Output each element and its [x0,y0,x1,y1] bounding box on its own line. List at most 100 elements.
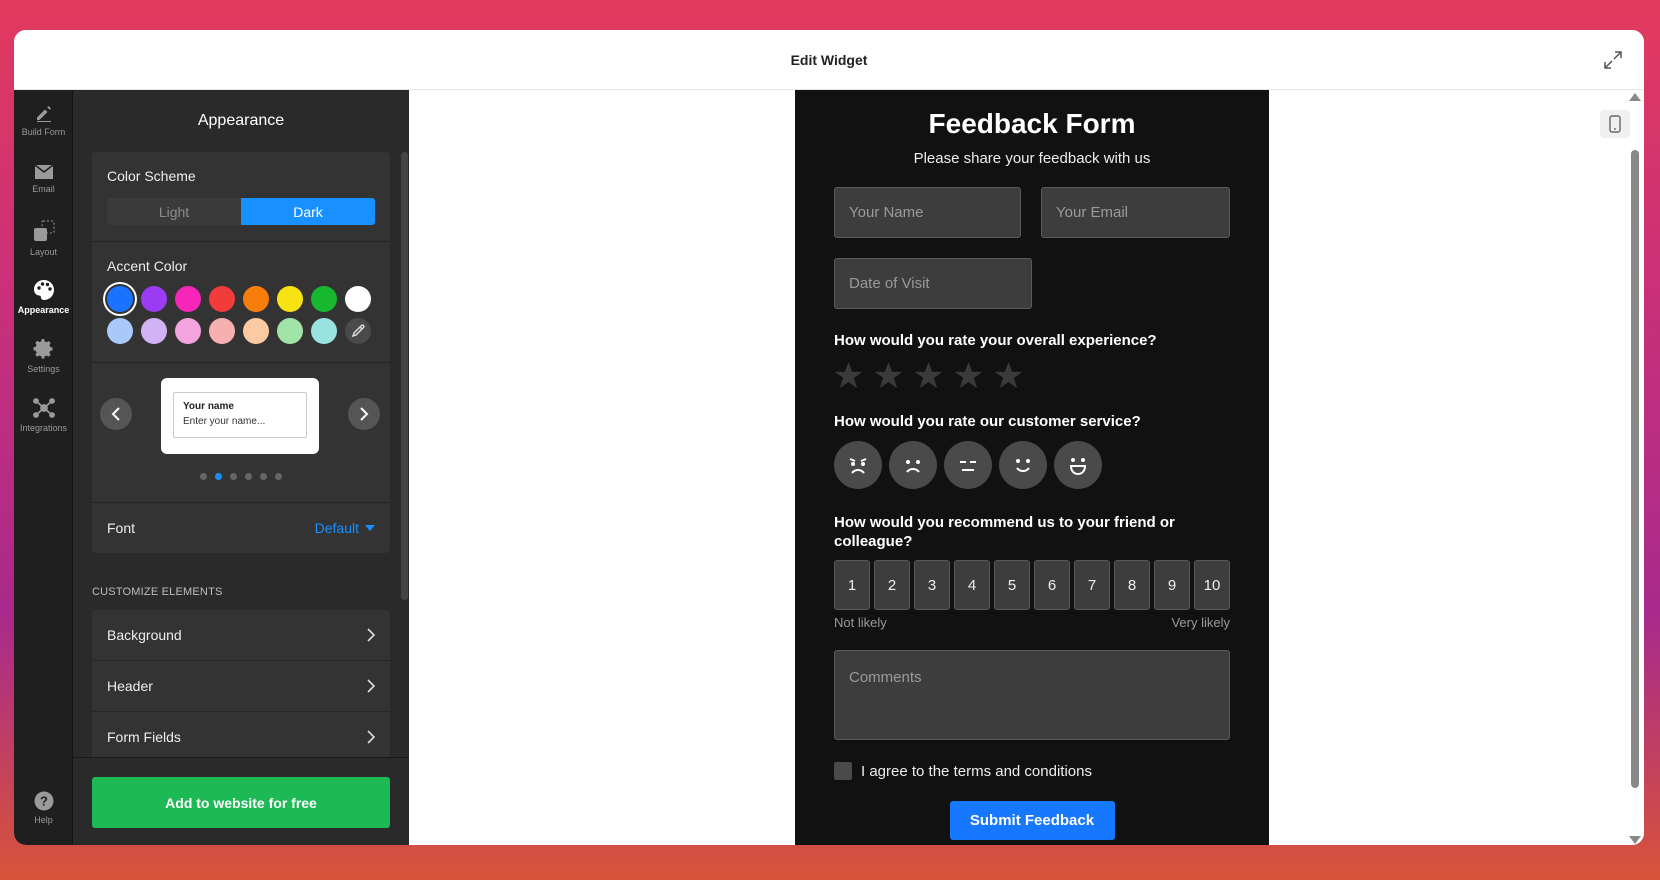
rail-item-settings[interactable]: Settings [14,326,73,385]
name-input[interactable]: Your Name [834,187,1021,238]
scroll-down-icon[interactable] [1629,836,1641,844]
accent-swatch[interactable] [277,286,303,312]
mobile-preview-button[interactable] [1600,110,1630,138]
nps-option-7[interactable]: 7 [1074,560,1110,610]
rail-item-layout[interactable]: Layout [14,208,73,267]
comments-textarea[interactable]: Comments [834,650,1230,740]
pencil-icon [36,105,51,122]
rail-label: Help [34,814,53,825]
terms-label: I agree to the terms and conditions [861,762,1092,780]
very-happy-face-icon[interactable] [1054,441,1102,489]
nps-option-6[interactable]: 6 [1034,560,1070,610]
customize-form-fields[interactable]: Form Fields [92,712,390,757]
accent-swatch[interactable] [175,286,201,312]
carousel-next-button[interactable] [348,398,380,430]
nps-low-label: Not likely [834,615,887,630]
color-scheme-label: Color Scheme [107,168,196,184]
carousel-dot[interactable] [245,473,252,480]
customize-background[interactable]: Background [92,610,390,661]
list-item-label: Form Fields [107,729,181,745]
rail-item-help[interactable]: ? Help [14,778,73,837]
scroll-up-icon[interactable] [1629,93,1641,101]
accent-swatch[interactable] [243,286,269,312]
accent-swatch[interactable] [209,318,235,344]
nps-option-2[interactable]: 2 [874,560,910,610]
list-item-label: Background [107,627,182,643]
integrations-icon [32,397,55,418]
carousel-dot[interactable] [230,473,237,480]
accent-swatches [107,286,375,344]
carousel-dot-active[interactable] [215,473,222,480]
sidebar-rail: Build Form Email Layout Appearance Setti… [14,90,73,845]
star-icon[interactable] [954,362,983,390]
scrollbar-thumb[interactable] [1631,150,1639,788]
rail-label: Appearance [17,304,70,315]
date-of-visit-input[interactable]: Date of Visit [834,258,1032,309]
rail-item-email[interactable]: Email [14,149,73,208]
editor-window: Edit Widget Build Form Email Layout Appe… [14,30,1644,845]
chevron-right-icon [360,407,369,421]
nps-option-8[interactable]: 8 [1114,560,1150,610]
color-scheme-section: Color Scheme Light Dark [92,152,390,242]
panel-scrollbar[interactable] [401,152,408,600]
nps-labels: Not likely Very likely [834,615,1230,630]
gear-icon [33,338,52,359]
rail-label: Integrations [19,422,68,433]
carousel-dots [92,473,390,480]
add-to-website-button[interactable]: Add to website for free [92,777,390,828]
font-select[interactable]: Default [315,520,375,536]
nps-option-3[interactable]: 3 [914,560,950,610]
accent-swatch[interactable] [141,318,167,344]
accent-swatch[interactable] [345,286,371,312]
feedback-form: Feedback Form Please share your feedback… [795,90,1269,845]
star-rating [834,362,1230,390]
accent-swatch[interactable] [209,286,235,312]
nps-option-5[interactable]: 5 [994,560,1030,610]
nps-option-1[interactable]: 1 [834,560,870,610]
happy-face-icon[interactable] [999,441,1047,489]
star-icon[interactable] [994,362,1023,390]
list-item-label: Header [107,678,153,694]
eyedropper-icon[interactable] [345,318,371,344]
star-icon[interactable] [874,362,903,390]
preview-label: Your name [183,401,234,412]
accent-swatch[interactable] [107,318,133,344]
nps-option-4[interactable]: 4 [954,560,990,610]
customize-header[interactable]: Header [92,661,390,712]
form-title: Feedback Form [928,108,1136,139]
sad-face-icon[interactable] [889,441,937,489]
star-icon[interactable] [914,362,943,390]
accent-swatch[interactable] [243,318,269,344]
rail-item-integrations[interactable]: Integrations [14,385,73,444]
nps-option-10[interactable]: 10 [1194,560,1230,610]
accent-swatch[interactable] [141,286,167,312]
neutral-face-icon[interactable] [944,441,992,489]
carousel-prev-button[interactable] [100,398,132,430]
rail-item-build-form[interactable]: Build Form [14,90,73,149]
carousel-dot[interactable] [200,473,207,480]
star-icon[interactable] [834,362,863,390]
angry-face-icon[interactable] [834,441,882,489]
carousel-dot[interactable] [275,473,282,480]
accent-swatch[interactable] [311,286,337,312]
accent-swatch[interactable] [277,318,303,344]
carousel-dot[interactable] [260,473,267,480]
accent-swatch[interactable] [311,318,337,344]
email-input[interactable]: Your Email [1041,187,1230,238]
expand-icon[interactable] [1600,47,1626,73]
terms-row: I agree to the terms and conditions [834,762,1230,780]
accent-swatch-selected[interactable] [107,286,133,312]
scheme-light-option[interactable]: Light [107,198,241,225]
terms-checkbox[interactable] [834,762,852,780]
submit-feedback-button[interactable]: Submit Feedback [949,801,1115,840]
canvas-scrollbar[interactable] [1628,90,1641,845]
customize-elements-label: CUSTOMIZE ELEMENTS [92,586,223,598]
nps-option-9[interactable]: 9 [1154,560,1190,610]
question-customer-service: How would you rate our customer service? [834,413,1141,430]
chevron-right-icon [367,730,375,744]
rail-item-appearance[interactable]: Appearance [14,267,73,326]
svg-text:?: ? [40,793,48,808]
scheme-dark-option[interactable]: Dark [241,198,375,225]
accent-swatch[interactable] [175,318,201,344]
field-style-preview[interactable]: Your name Enter your name... [161,378,319,454]
